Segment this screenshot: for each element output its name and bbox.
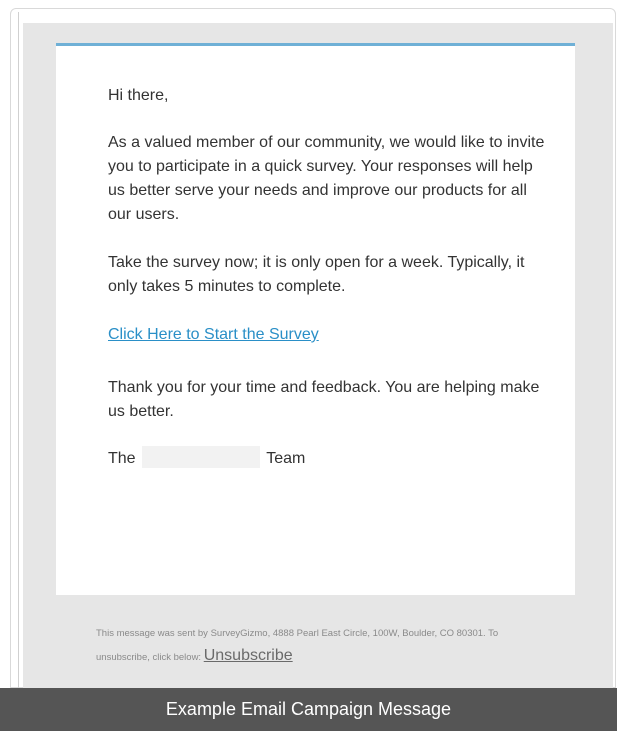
signature-suffix: Team (266, 450, 306, 467)
email-timing-paragraph: Take the survey now; it is only open for… (108, 254, 525, 295)
footer-text: This message was sent by SurveyGizmo, 48… (96, 628, 499, 663)
email-footer: This message was sent by SurveyGizmo, 48… (96, 623, 536, 669)
signature-prefix: The (108, 450, 136, 467)
email-greeting: Hi there, (108, 87, 169, 104)
email-preview-canvas: Hi there, As a valued member of our comm… (23, 23, 613, 688)
frame-divider (18, 12, 19, 688)
email-content: Hi there, As a valued member of our comm… (108, 84, 548, 471)
email-body-card: Hi there, As a valued member of our comm… (56, 43, 575, 595)
email-thanks-paragraph: Thank you for your time and feedback. Yo… (108, 379, 540, 420)
email-signature: The Team (108, 445, 548, 471)
redacted-company-name (142, 445, 261, 468)
email-invite-paragraph: As a valued member of our community, we … (108, 134, 545, 223)
image-caption: Example Email Campaign Message (0, 688, 617, 731)
unsubscribe-link[interactable]: Unsubscribe (204, 647, 293, 664)
start-survey-link[interactable]: Click Here to Start the Survey (108, 323, 319, 347)
